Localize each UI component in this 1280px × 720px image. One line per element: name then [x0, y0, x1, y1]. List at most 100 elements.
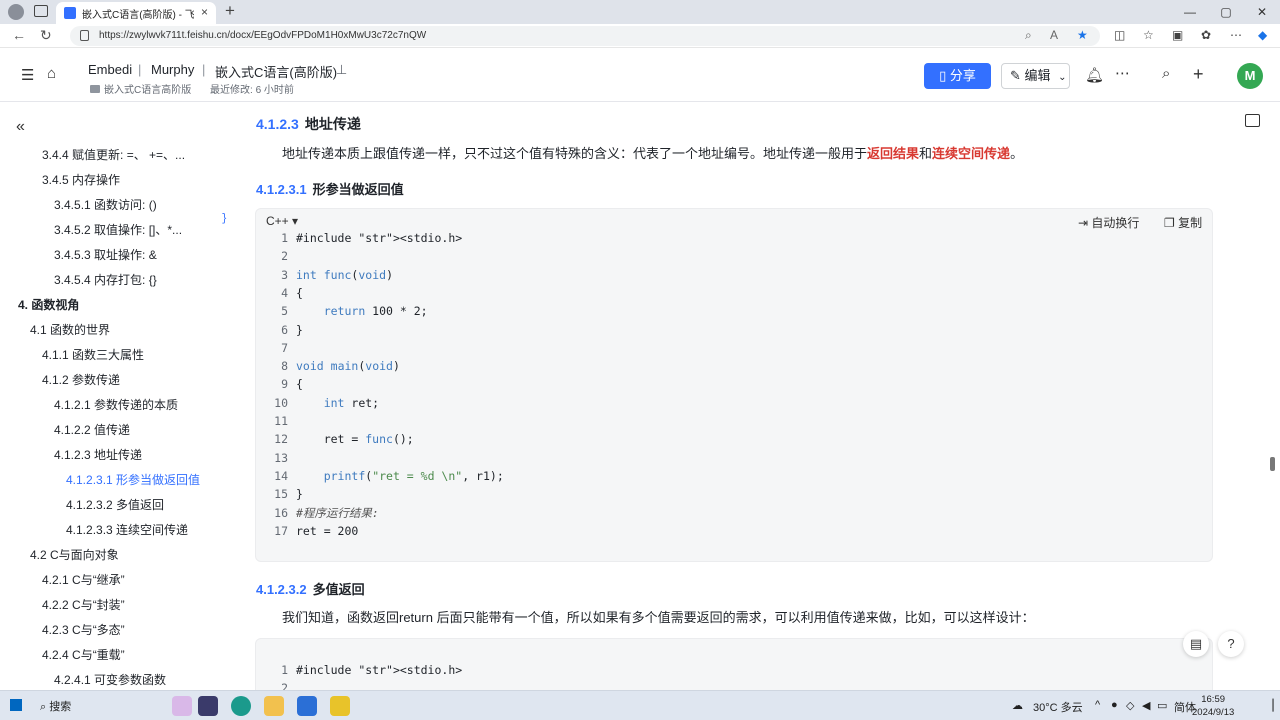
code-line[interactable]: 16 #程序运行结果:: [256, 504, 379, 522]
edge-browser-icon[interactable]: [231, 696, 251, 716]
toc-item[interactable]: 3.4.5.4 内存打包: {}: [54, 271, 157, 288]
home-icon[interactable]: ⌂: [47, 65, 56, 82]
maximize-button[interactable]: ▢: [1208, 0, 1244, 24]
battery-icon[interactable]: ▭: [1157, 699, 1167, 712]
breadcrumb-item[interactable]: Murphy: [151, 62, 194, 77]
code-line[interactable]: 1 #include "str"><stdio.h>: [256, 661, 462, 679]
code-line[interactable]: 10 int ret;: [256, 394, 379, 412]
toc-item[interactable]: 3.4.5 内存操作: [42, 171, 120, 188]
page-scrollbar[interactable]: [1262, 102, 1280, 690]
volume-icon[interactable]: ◀: [1142, 699, 1150, 712]
toc-item-active[interactable]: 4.1.2.3.1 形参当做返回值: [66, 471, 200, 488]
close-window-button[interactable]: ✕: [1244, 0, 1280, 24]
back-icon[interactable]: ←: [12, 27, 26, 43]
feishu-app-icon[interactable]: [297, 696, 317, 716]
toc-item[interactable]: 4.2 C与面向对象: [30, 546, 119, 563]
toc-item[interactable]: 4.2.1 C与“继承”: [42, 571, 125, 588]
code-line[interactable]: 12 ret = func();: [256, 430, 414, 448]
edit-button[interactable]: ✎ 编辑 ⌄: [1001, 63, 1070, 89]
lock-icon[interactable]: [80, 30, 89, 41]
widget-icon[interactable]: [172, 696, 192, 716]
code-line[interactable]: 14 printf("ret = %d \n", r1);: [256, 467, 504, 485]
toc-item[interactable]: 4.2.4.1 可变参数函数: [54, 671, 166, 688]
new-tab-button[interactable]: +: [225, 1, 235, 21]
more-icon[interactable]: ⋯: [1230, 28, 1242, 42]
toc-item[interactable]: 3.4.4 赋值更新: =、 +=、...: [42, 146, 185, 163]
tab-close-button[interactable]: ×: [201, 5, 208, 19]
code-line[interactable]: 13: [256, 449, 296, 467]
toc-item[interactable]: 3.4.5.2 取值操作: []、*...: [54, 221, 182, 238]
app-icon[interactable]: [198, 696, 218, 716]
code-language-select[interactable]: C++ ▾: [266, 214, 298, 228]
add-icon[interactable]: +: [1193, 64, 1204, 85]
split-screen-icon[interactable]: ◫: [1114, 28, 1125, 42]
code-line[interactable]: 8 void main(void): [256, 357, 400, 375]
notification-center-icon[interactable]: ▕: [1265, 699, 1273, 712]
code-line[interactable]: 2: [256, 247, 296, 265]
favorite-star-icon[interactable]: ★: [1077, 28, 1088, 42]
code-line[interactable]: 6}: [256, 321, 303, 339]
extension-icon[interactable]: ✿: [1201, 28, 1211, 42]
weather-text[interactable]: 30°C 多云: [1033, 699, 1083, 715]
outline-float-icon[interactable]: ▤: [1183, 631, 1209, 657]
toc-item[interactable]: 4.1.1 函数三大属性: [42, 346, 144, 363]
toc-item[interactable]: 4.2.2 C与“封装”: [42, 596, 125, 613]
breadcrumb-current[interactable]: 嵌入式C语言(高阶版): [215, 62, 337, 81]
mic-icon[interactable]: ●: [1111, 699, 1118, 711]
clock[interactable]: 16:59 2024/9/13: [1192, 693, 1234, 719]
toc-item[interactable]: 4.1.2.3 地址传递: [54, 446, 142, 463]
url-field[interactable]: https://zwylwvk711t.feishu.cn/docx/EEgOd…: [70, 26, 1100, 46]
refresh-icon[interactable]: ↻: [40, 27, 52, 44]
network-icon[interactable]: ◇: [1126, 699, 1134, 712]
notification-bell-icon[interactable]: 🔔︎: [1085, 66, 1104, 84]
code-line[interactable]: 3 int func(void): [256, 266, 393, 284]
read-aloud-icon[interactable]: A: [1050, 28, 1058, 42]
copy-button[interactable]: ❐ 复制: [1164, 214, 1202, 231]
app-icon[interactable]: [330, 696, 350, 716]
toc-item[interactable]: 4.1.2 参数传递: [42, 371, 120, 388]
auto-wrap-button[interactable]: ⇥ 自动换行: [1078, 214, 1139, 231]
toc-item[interactable]: 4.2.3 C与“多态”: [42, 621, 125, 638]
toc-item[interactable]: 3.4.5.1 函数访问: (): [54, 196, 157, 213]
browser-tab[interactable]: 嵌入式C语言(高阶版) - 飞书云文档 ×: [56, 2, 216, 24]
taskbar-search[interactable]: ⌕ 搜索: [40, 698, 71, 714]
code-block-handle-icon[interactable]: {}: [222, 212, 226, 224]
scrollbar-thumb[interactable]: [1270, 457, 1275, 471]
sidebar-toggle-icon[interactable]: ☰: [21, 66, 34, 84]
toc-item[interactable]: 4.1.2.1 参数传递的本质: [54, 396, 178, 413]
code-line[interactable]: 1 #include "str"><stdio.h>: [256, 229, 462, 247]
code-line[interactable]: 7: [256, 339, 296, 357]
pin-icon[interactable]: ⊥: [336, 62, 347, 78]
minimize-button[interactable]: —: [1172, 0, 1208, 24]
zoom-icon[interactable]: ⌕: [1025, 28, 1032, 43]
comment-icon[interactable]: [1245, 114, 1260, 127]
code-line[interactable]: 17 ret = 200: [256, 522, 358, 540]
breadcrumb-item[interactable]: Embedi: [88, 62, 132, 77]
code-line[interactable]: 15}: [256, 485, 303, 503]
avatar[interactable]: M: [1237, 63, 1263, 89]
code-line[interactable]: 9{: [256, 375, 303, 393]
code-line[interactable]: 11: [256, 412, 296, 430]
toc-item[interactable]: 4.1 函数的世界: [30, 321, 110, 338]
folder-name[interactable]: 嵌入式C语言高阶版: [104, 85, 191, 96]
toc-item[interactable]: 4.1.2.3.2 多值返回: [66, 496, 164, 513]
copilot-icon[interactable]: ◆: [1258, 28, 1267, 42]
search-icon[interactable]: ⌕: [1162, 65, 1170, 82]
toc-item[interactable]: 3.4.5.3 取址操作: &: [54, 246, 157, 263]
tab-actions-icon[interactable]: [34, 5, 48, 17]
toc-item[interactable]: 4. 函数视角: [18, 296, 79, 313]
help-icon[interactable]: ?: [1218, 631, 1244, 657]
toc-item[interactable]: 4.1.2.2 值传递: [54, 421, 130, 438]
code-line[interactable]: 4{: [256, 284, 303, 302]
favorites-icon[interactable]: ☆: [1143, 28, 1154, 42]
profile-icon[interactable]: [8, 4, 24, 20]
toc-item[interactable]: 4.2.4 C与“重载”: [42, 646, 125, 663]
tray-chevron-icon[interactable]: ^: [1095, 699, 1100, 711]
toc-item[interactable]: 4.1.2.3.3 连续空间传递: [66, 521, 188, 538]
collections-icon[interactable]: ▣: [1172, 28, 1183, 42]
more-options-icon[interactable]: ⋯: [1115, 64, 1130, 82]
code-line[interactable]: 5 return 100 * 2;: [256, 302, 428, 320]
windows-start-icon[interactable]: [10, 699, 22, 711]
share-button[interactable]: ▯ 分享: [924, 63, 991, 89]
code-line[interactable]: 2: [256, 679, 296, 690]
